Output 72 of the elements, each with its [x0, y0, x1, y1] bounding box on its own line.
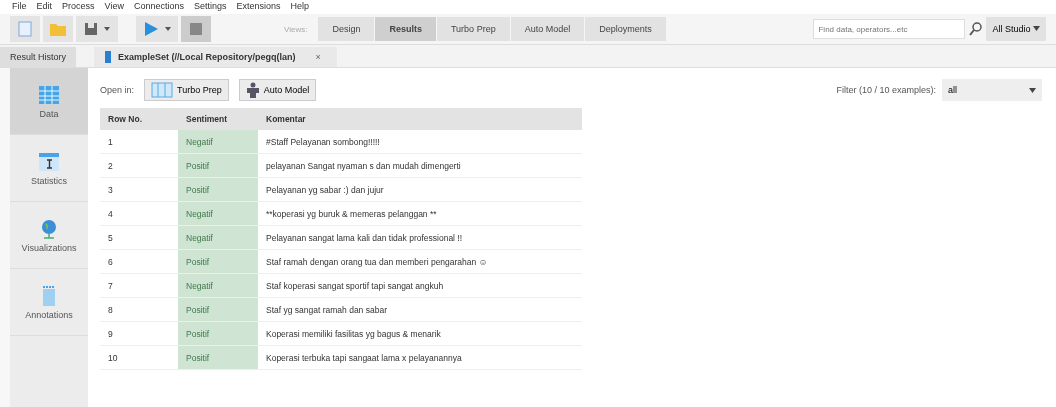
table-cell: Negatif [178, 201, 258, 226]
stop-button[interactable] [181, 16, 211, 42]
menu-item[interactable]: Edit [36, 1, 53, 13]
table-cell: Staf ramah dengan orang tua dan memberi pengarahan ☺ [258, 249, 582, 274]
table-cell: Pelayanan sangat lama kali dan tidak professional !! [258, 225, 582, 250]
table-icon [151, 82, 174, 98]
scope-dropdown[interactable]: All Studio [986, 17, 1046, 41]
close-icon[interactable]: × [315, 52, 321, 62]
menu-item[interactable]: Extensions [236, 1, 281, 13]
table-cell: Positif [178, 249, 258, 274]
view-tab[interactable]: Auto Model [510, 17, 585, 41]
menu-item[interactable]: Help [290, 1, 310, 13]
table-cell: #Staff Pelayanan sombong!!!!! [258, 130, 582, 154]
panel-tab[interactable]: Result History [0, 47, 76, 67]
table-cell: Negatif [178, 225, 258, 250]
table-cell: Koperasi terbuka tapi sangaat lama x pelayanannya [258, 345, 582, 370]
table-icon [104, 50, 112, 64]
statistics-icon [38, 150, 60, 173]
turbo-prep-button[interactable]: Turbo Prep [144, 79, 229, 101]
table-cell: **koperasi yg buruk & memeras pelanggan ** [258, 201, 582, 226]
column-header[interactable]: Row No. [100, 108, 178, 130]
table-icon [38, 83, 60, 106]
menu-item[interactable]: View [104, 1, 124, 13]
table-cell: Positif [178, 345, 258, 370]
view-tab[interactable]: Results [375, 17, 436, 41]
table-cell: pelayanan Sangat nyaman s dan mudah dimengerti [258, 153, 582, 178]
view-tab[interactable]: Design [318, 17, 375, 41]
play-icon [142, 20, 160, 38]
sidebar-item[interactable]: Data [10, 68, 88, 135]
auto-model-button[interactable]: Auto Model [238, 79, 317, 101]
caret-icon [1033, 25, 1040, 32]
new-process-button[interactable] [10, 16, 40, 42]
caret-icon [103, 25, 111, 33]
search-icon [969, 22, 984, 36]
sidebar-label: Visualizations [21, 242, 77, 253]
view-tab[interactable]: Turbo Prep [436, 17, 510, 41]
search-field[interactable]: Find data, operators...etc [813, 19, 966, 39]
view-tab[interactable]: Deployments [585, 17, 666, 41]
tab-label: ExampleSet (//Local Repository/pegq(lan) [118, 52, 296, 62]
caret-icon [164, 25, 172, 33]
table-cell: Koperasi memiliki fasilitas yg bagus & menarik [258, 321, 582, 346]
sidebar-label: Data [39, 108, 59, 119]
table-cell: Positif [178, 153, 258, 178]
tab-label: Result History [10, 52, 66, 62]
table-cell: Staf yg sangat ramah dan sabar [258, 297, 582, 322]
table-cell: Pelayanan yg sabar :) dan jujur [258, 177, 582, 202]
open-in-label: Open in: [100, 85, 135, 95]
robot-icon [245, 82, 260, 98]
page-icon [16, 20, 34, 38]
filter-dropdown[interactable]: all [942, 79, 1042, 101]
filter-label: Filter (10 / 10 examples): [836, 85, 936, 95]
table-cell: Negatif [178, 130, 258, 154]
menu-item[interactable]: Settings [193, 1, 227, 13]
sidebar-label: Annotations [25, 309, 73, 320]
table-cell: Positif [178, 177, 258, 202]
views-label: Views: [284, 24, 308, 34]
menu-item[interactable]: Connections [133, 1, 184, 13]
save-button[interactable] [76, 16, 118, 42]
run-button[interactable] [136, 16, 178, 42]
column-header[interactable]: Komentar [258, 108, 582, 130]
sidebar-label: Statistics [31, 175, 67, 186]
table-cell: Negatif [178, 273, 258, 298]
panel-tab[interactable]: ExampleSet (//Local Repository/pegq(lan) × [94, 47, 337, 67]
caret-icon [1029, 86, 1036, 94]
menu-item[interactable]: File [12, 1, 27, 13]
table-cell: Staf koperasi sangat sportif tapi sangat angkuh [258, 273, 582, 298]
table-cell: Positif [178, 297, 258, 322]
stop-icon [188, 21, 204, 37]
table-cell: Positif [178, 321, 258, 346]
menu-item[interactable]: Process [62, 1, 95, 13]
column-header[interactable]: Sentiment [178, 108, 258, 130]
open-button[interactable] [43, 16, 73, 42]
